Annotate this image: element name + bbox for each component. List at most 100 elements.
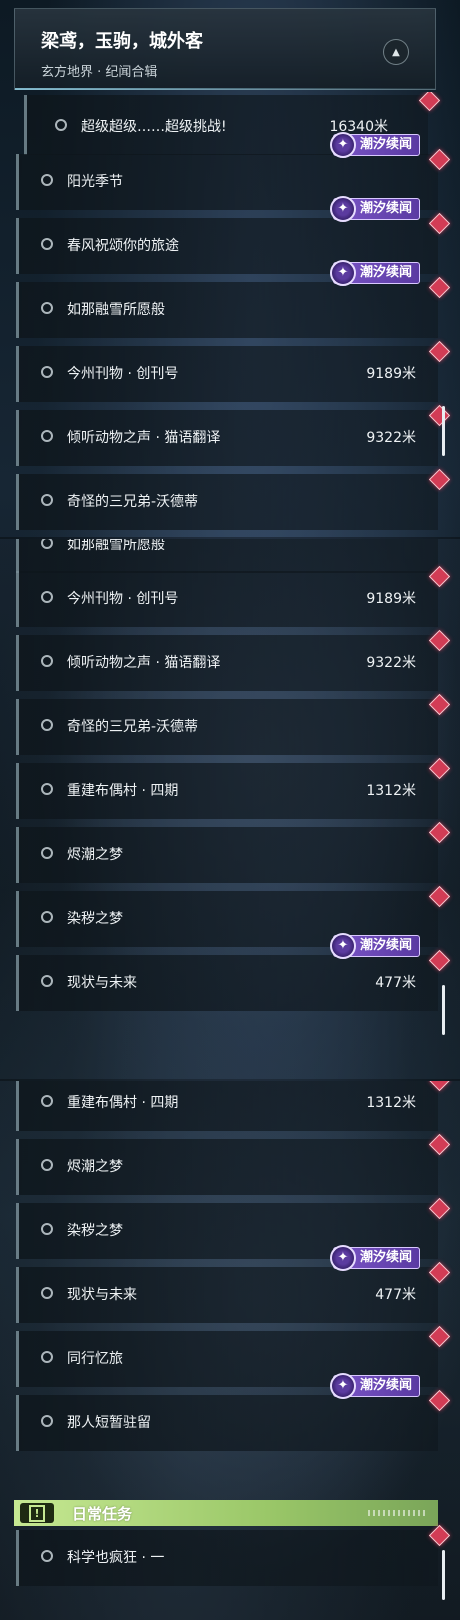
quest-distance: 1312米 bbox=[366, 783, 416, 799]
quest-item[interactable]: 奇怪的三兄弟-沃德蒂 bbox=[16, 693, 451, 755]
new-marker-diamond-icon bbox=[418, 92, 441, 112]
quest-item[interactable]: 那人短暂驻留 ✦ 潮汐续闻 bbox=[16, 1373, 451, 1451]
quest-item[interactable]: 现状与未来 477米 ✦ 潮汐续闻 bbox=[16, 1245, 451, 1323]
track-circle-icon[interactable] bbox=[41, 1223, 53, 1235]
quest-item[interactable]: 如那融雪所愿般 ✦ 潮汐续闻 bbox=[16, 260, 451, 338]
tag-label: 潮汐续闻 bbox=[359, 265, 412, 280]
new-marker-diamond-icon bbox=[428, 1133, 451, 1156]
quest-distance: 477米 bbox=[375, 1287, 416, 1303]
quest-name: 如那融雪所愿般 bbox=[67, 539, 165, 553]
tidal-tag-badge: ✦ 潮汐续闻 bbox=[329, 1245, 420, 1271]
tag-label: 潮汐续闻 bbox=[359, 938, 412, 953]
new-marker-diamond-icon bbox=[428, 1325, 451, 1348]
tidal-tag-badge: ✦ 潮汐续闻 bbox=[329, 260, 420, 286]
track-circle-icon[interactable] bbox=[41, 1415, 53, 1427]
new-marker-diamond-icon bbox=[428, 1261, 451, 1284]
new-marker-diamond-icon bbox=[428, 212, 451, 235]
track-circle-icon[interactable] bbox=[41, 783, 53, 795]
tidal-tag-badge: ✦ 潮汐续闻 bbox=[329, 933, 420, 959]
quest-item[interactable]: 如那融雪所愿般 bbox=[16, 539, 438, 573]
track-circle-icon[interactable] bbox=[41, 847, 53, 859]
quest-item[interactable]: 倾听动物之声 · 猫语翻译 9322米 bbox=[16, 404, 451, 466]
tidal-star-icon: ✦ bbox=[329, 1373, 356, 1399]
new-marker-diamond-icon bbox=[428, 148, 451, 171]
new-marker-diamond-icon bbox=[428, 1197, 451, 1220]
track-circle-icon[interactable] bbox=[41, 539, 53, 549]
new-marker-diamond-icon bbox=[428, 693, 451, 716]
quest-item[interactable]: 奇怪的三兄弟-沃德蒂 bbox=[16, 468, 451, 530]
quest-distance: 9322米 bbox=[366, 430, 416, 446]
quest-name: 现状与未来 bbox=[67, 1287, 137, 1303]
scrollbar-thumb[interactable] bbox=[442, 1550, 445, 1600]
track-circle-icon[interactable] bbox=[41, 655, 53, 667]
quest-distance: 9322米 bbox=[366, 655, 416, 671]
quest-item[interactable]: 倾听动物之声 · 猫语翻译 9322米 bbox=[16, 629, 451, 691]
quest-group-subtitle: 玄方地界 · 纪闻合辑 bbox=[41, 65, 158, 80]
new-marker-diamond-icon bbox=[428, 949, 451, 972]
track-circle-icon[interactable] bbox=[41, 975, 53, 987]
track-circle-icon[interactable] bbox=[41, 174, 53, 186]
tidal-star-icon: ✦ bbox=[329, 132, 356, 158]
quest-name: 同行忆旅 bbox=[67, 1351, 123, 1367]
quest-name: 如那融雪所愿般 bbox=[67, 302, 165, 318]
track-circle-icon[interactable] bbox=[41, 1287, 53, 1299]
tidal-star-icon: ✦ bbox=[329, 933, 356, 959]
quest-name: 重建布偶村 · 四期 bbox=[67, 783, 179, 799]
tidal-star-icon: ✦ bbox=[329, 1245, 356, 1271]
quest-name: 倾听动物之声 · 猫语翻译 bbox=[67, 430, 221, 446]
quest-name: 重建布偶村 · 四期 bbox=[67, 1095, 179, 1111]
track-circle-icon[interactable] bbox=[41, 302, 53, 314]
quest-name: 倾听动物之声 · 猫语翻译 bbox=[67, 655, 221, 671]
quest-item[interactable]: 烬潮之梦 bbox=[16, 821, 451, 883]
track-circle-icon[interactable] bbox=[41, 591, 53, 603]
quest-name: 科学也疯狂 · 一 bbox=[67, 1550, 165, 1566]
new-marker-diamond-icon bbox=[428, 757, 451, 780]
tidal-star-icon: ✦ bbox=[329, 260, 356, 286]
quest-item[interactable]: 今州刊物 · 创刊号 9189米 bbox=[16, 340, 451, 402]
new-marker-diamond-icon bbox=[428, 629, 451, 652]
quest-group-header: 梁鸢，玉驹，城外客 玄方地界 · 纪闻合辑 ▲ bbox=[14, 8, 436, 90]
quest-name: 春风祝颂你的旅途 bbox=[67, 238, 179, 254]
new-marker-diamond-icon bbox=[428, 468, 451, 491]
quest-name: 染秽之梦 bbox=[67, 911, 123, 927]
quest-distance: 9189米 bbox=[366, 591, 416, 607]
quest-item[interactable]: 烬潮之梦 bbox=[16, 1133, 451, 1195]
quest-name: 奇怪的三兄弟-沃德蒂 bbox=[67, 494, 199, 510]
quest-distance: 9189米 bbox=[366, 366, 416, 382]
chevron-up-icon[interactable]: ▲ bbox=[383, 39, 409, 65]
new-marker-diamond-icon bbox=[428, 821, 451, 844]
alert-icon: ! bbox=[20, 1503, 54, 1523]
new-marker-diamond-icon bbox=[428, 404, 451, 427]
quest-item[interactable]: 科学也疯狂 · 一 bbox=[16, 1524, 451, 1586]
new-marker-diamond-icon bbox=[428, 276, 451, 299]
new-marker-diamond-icon bbox=[428, 885, 451, 908]
new-marker-diamond-icon bbox=[428, 1389, 451, 1412]
quest-item[interactable]: 重建布偶村 · 四期 1312米 bbox=[16, 757, 451, 819]
quest-name: 染秽之梦 bbox=[67, 1223, 123, 1239]
quest-name: 烬潮之梦 bbox=[67, 847, 123, 863]
quest-item[interactable]: 今州刊物 · 创刊号 9189米 bbox=[16, 565, 451, 627]
tag-label: 潮汐续闻 bbox=[359, 137, 412, 152]
quest-item[interactable]: 现状与未来 477米 ✦ 潮汐续闻 bbox=[16, 933, 451, 1011]
scrollbar-thumb[interactable] bbox=[442, 985, 445, 1035]
daily-quest-header[interactable]: ! 日常任务 bbox=[14, 1500, 438, 1526]
track-circle-icon[interactable] bbox=[55, 119, 67, 131]
track-circle-icon[interactable] bbox=[41, 1159, 53, 1171]
track-circle-icon[interactable] bbox=[41, 1550, 53, 1562]
quest-item[interactable]: 重建布偶村 · 四期 1312米 bbox=[16, 1081, 451, 1131]
quest-list-panel-2: 如那融雪所愿般今州刊物 · 创刊号 9189米倾听动物之声 · 猫语翻译 9322米… bbox=[0, 539, 460, 1079]
tag-label: 潮汐续闻 bbox=[359, 201, 412, 216]
quest-distance: 1312米 bbox=[366, 1095, 416, 1111]
track-circle-icon[interactable] bbox=[41, 719, 53, 731]
track-circle-icon[interactable] bbox=[41, 494, 53, 506]
new-marker-diamond-icon bbox=[428, 1081, 451, 1092]
track-circle-icon[interactable] bbox=[41, 1351, 53, 1363]
tag-label: 潮汐续闻 bbox=[359, 1250, 412, 1265]
track-circle-icon[interactable] bbox=[41, 366, 53, 378]
tidal-star-icon: ✦ bbox=[329, 196, 356, 222]
track-circle-icon[interactable] bbox=[41, 911, 53, 923]
scrollbar-thumb[interactable] bbox=[442, 406, 445, 456]
track-circle-icon[interactable] bbox=[41, 430, 53, 442]
track-circle-icon[interactable] bbox=[41, 1095, 53, 1107]
track-circle-icon[interactable] bbox=[41, 238, 53, 250]
